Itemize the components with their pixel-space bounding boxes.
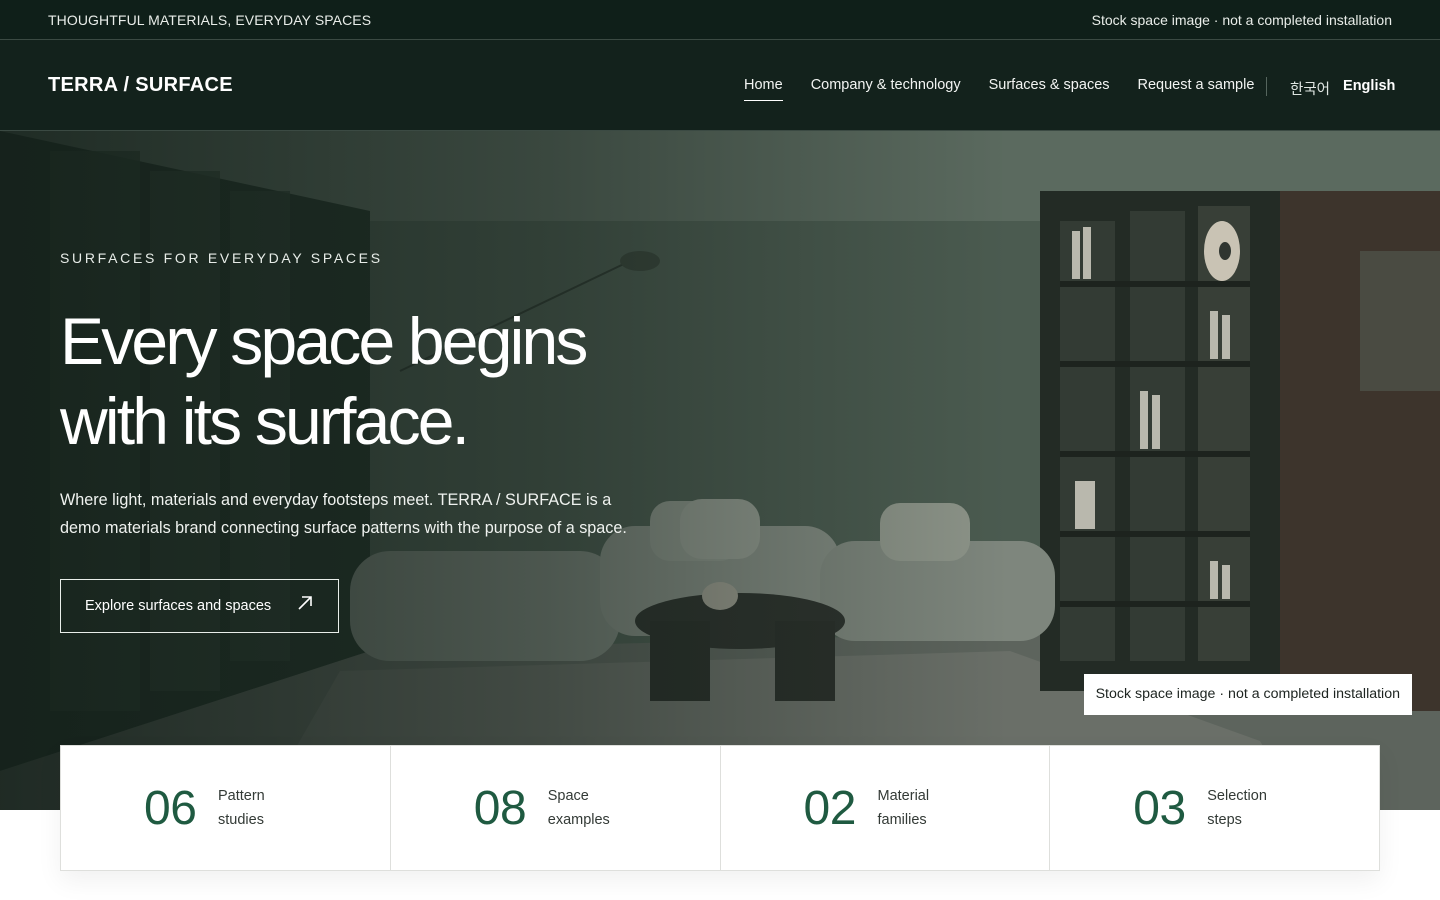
headline-line-2: with its surface.: [60, 384, 470, 458]
stat-label: Pattern studies: [218, 784, 328, 832]
stat-label-line: Space: [547, 788, 589, 804]
stat-label-line: Material: [877, 788, 930, 804]
nav-surfaces-spaces[interactable]: Surfaces & spaces: [989, 77, 1110, 101]
explore-surfaces-button[interactable]: Explore surfaces and spaces: [60, 579, 339, 633]
stat-number: 02: [803, 782, 857, 835]
hero-headline: Every space begins with its surface.: [60, 301, 740, 461]
nav-divider: [1266, 77, 1267, 96]
headline-line-1: Every space begins: [60, 304, 588, 378]
main-nav: Home Company & technology Surfaces & spa…: [744, 77, 1254, 101]
stat-item: 06 Pattern studies: [61, 746, 391, 870]
image-notice: Stock space image · not a completed inst…: [1091, 12, 1392, 28]
arrow-up-right-icon: [298, 596, 312, 610]
stat-label-line: studies: [218, 812, 264, 828]
stat-number: 08: [473, 782, 527, 835]
stat-label-line: Selection: [1207, 788, 1267, 804]
cta-label: Explore surfaces and spaces: [85, 598, 272, 614]
nav-request-sample[interactable]: Request a sample: [1138, 77, 1255, 101]
lang-korean[interactable]: 한국어: [1290, 78, 1330, 99]
brand-tagline: THOUGHTFUL MATERIALS, EVERYDAY SPACES: [48, 12, 372, 28]
hero-description: Where light, materials and everyday foot…: [60, 491, 627, 537]
nav-company-technology[interactable]: Company & technology: [811, 77, 961, 101]
stat-label: Selection steps: [1207, 784, 1317, 832]
lang-english[interactable]: English: [1343, 78, 1395, 99]
stat-label-line: Pattern: [218, 788, 265, 804]
stat-label: Space examples: [548, 784, 658, 832]
stats-strip: 06 Pattern studies 08 Space examples 02 …: [60, 745, 1380, 871]
stat-item: 03 Selection steps: [1050, 746, 1379, 870]
main-header: TERRA / SURFACE Home Company & technolog…: [0, 40, 1440, 131]
image-caption: Stock space image · not a completed inst…: [1083, 674, 1412, 715]
stat-label-line: families: [877, 812, 927, 828]
brand-logo[interactable]: TERRA / SURFACE: [48, 74, 233, 97]
stat-number: 03: [1133, 782, 1186, 835]
stat-label-line: steps: [1207, 812, 1242, 828]
stat-item: 02 Material families: [721, 746, 1051, 870]
language-switcher: 한국어 English: [1290, 78, 1395, 99]
hero-eyebrow: SURFACES FOR EVERYDAY SPACES: [60, 250, 383, 266]
stat-label: Material families: [878, 784, 988, 832]
stat-number: 06: [144, 782, 197, 835]
stat-label-line: examples: [547, 812, 610, 828]
hero-section: SURFACES FOR EVERYDAY SPACES Every space…: [0, 131, 1440, 810]
stat-item: 08 Space examples: [391, 746, 721, 870]
nav-home[interactable]: Home: [744, 77, 783, 101]
announcement-bar: THOUGHTFUL MATERIALS, EVERYDAY SPACES St…: [0, 0, 1440, 40]
